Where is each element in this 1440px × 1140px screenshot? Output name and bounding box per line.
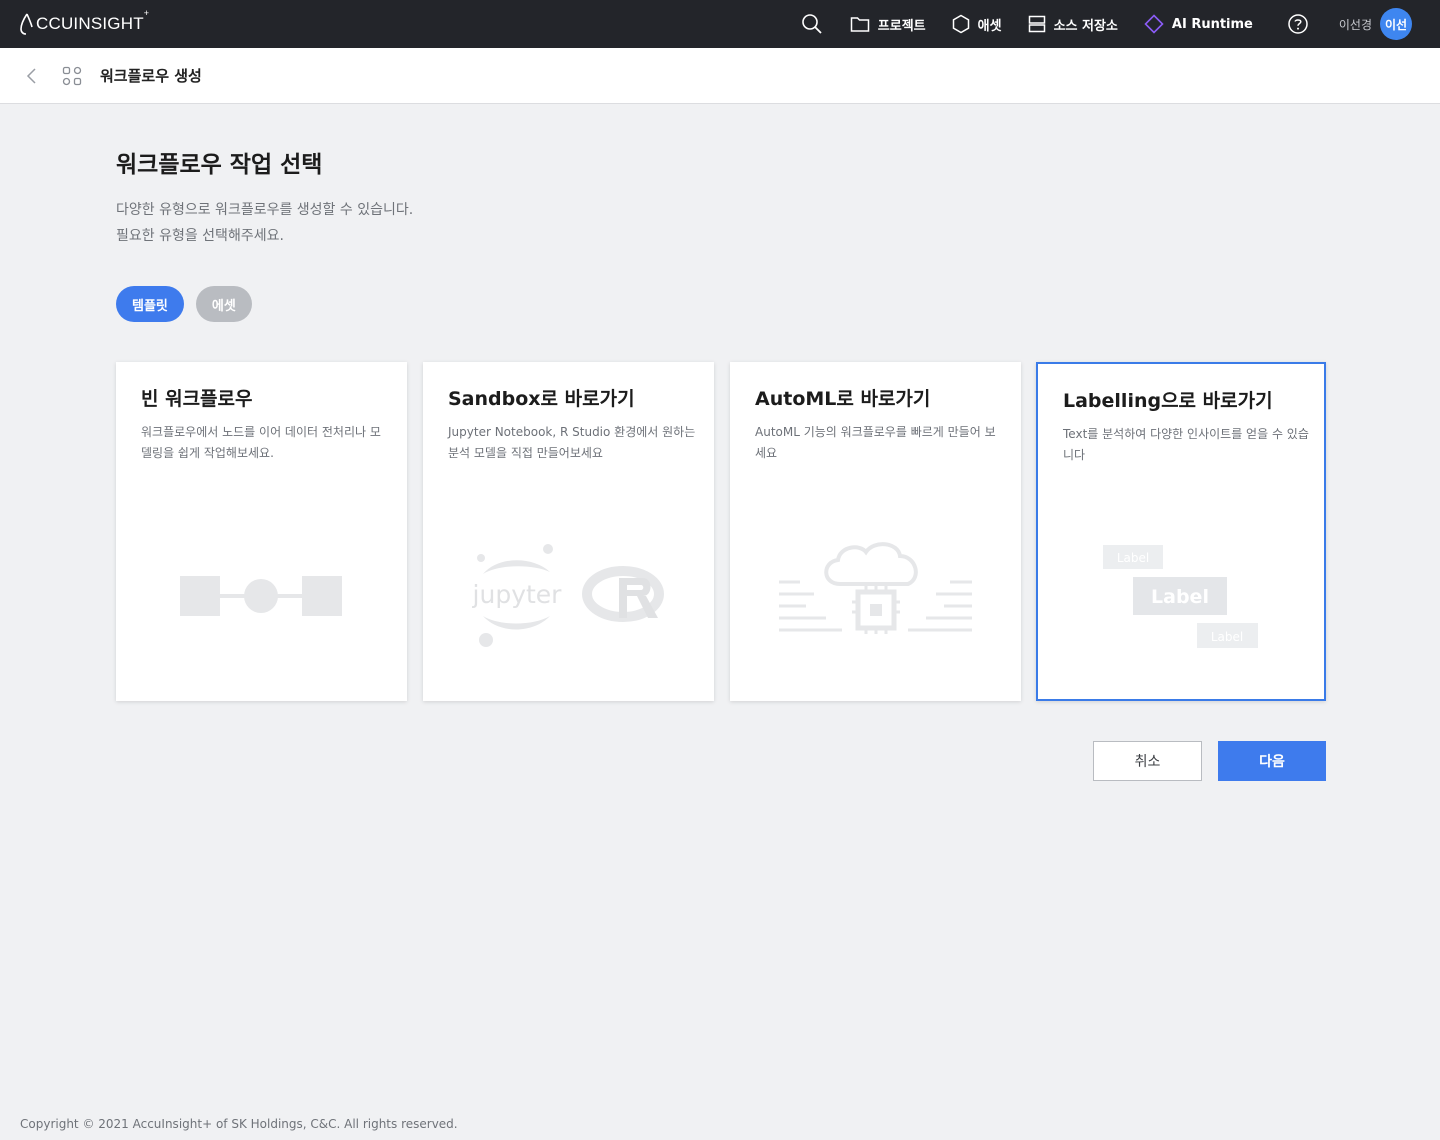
brand-logo[interactable]: CCUINSIGHT+: [20, 8, 150, 36]
help-icon[interactable]: [1287, 13, 1309, 35]
folder-icon: [850, 17, 870, 32]
logo-text: CCUINSIGHT+: [36, 8, 150, 33]
diamond-icon: [1144, 14, 1164, 34]
card-automl[interactable]: AutoML로 바로가기 AutoML 기능의 워크플로우를 빠르게 만들어 보…: [730, 362, 1021, 701]
label-tags-illustration: Label Label Label: [1103, 545, 1258, 648]
storage-icon: [1028, 15, 1045, 33]
nav-item-source-repo[interactable]: 소스 저장소: [1028, 15, 1118, 34]
node-flow-illustration: [180, 576, 342, 616]
card-title: Labelling으로 바로가기: [1063, 390, 1273, 412]
search-icon[interactable]: [800, 12, 824, 36]
card-title: AutoML로 바로가기: [755, 388, 931, 410]
nav-item-ai-runtime[interactable]: AI Runtime: [1144, 14, 1253, 34]
card-description: 워크플로우에서 노드를 이어 데이터 전처리나 모델링을 쉽게 작업해보세요.: [141, 425, 381, 460]
label-tag-small: Label: [1117, 551, 1149, 565]
copyright-footer: Copyright © 2021 AccuInsight+ of SK Hold…: [20, 1117, 458, 1131]
nav-item-project[interactable]: 프로젝트: [850, 15, 926, 34]
card-empty-workflow[interactable]: 빈 워크플로우 워크플로우에서 노드를 이어 데이터 전처리나 모델링을 쉽게 …: [116, 362, 407, 701]
tab-template[interactable]: 템플릿: [116, 286, 184, 322]
sub-header: 워크플로우 생성: [0, 48, 1440, 104]
label-tag-small: Label: [1211, 630, 1243, 644]
description-line: 필요한 유형을 선택해주세요.: [116, 228, 284, 244]
card-title: 빈 워크플로우: [141, 388, 253, 410]
hexagon-icon: [952, 14, 969, 34]
nav-item-asset[interactable]: 애셋: [952, 14, 1002, 34]
card-sandbox[interactable]: Sandbox로 바로가기 Jupyter Notebook, R Studio…: [423, 362, 714, 701]
logo-mark-icon: [20, 13, 33, 35]
nav-item-label: 프로젝트: [877, 18, 926, 34]
top-nav: CCUINSIGHT+ 프로젝트 애셋 소스 저장소 AI Runtime 이선…: [0, 0, 1440, 48]
card-description: Jupyter Notebook, R Studio 환경에서 원하는 분석 모…: [448, 425, 696, 460]
cancel-button[interactable]: 취소: [1093, 741, 1202, 781]
nav-item-label: 애셋: [977, 18, 1002, 34]
back-arrow-icon[interactable]: [22, 66, 42, 86]
page-breadcrumb-title: 워크플로우 생성: [100, 67, 202, 85]
card-labelling[interactable]: Labelling으로 바로가기 Text를 분석하여 다양한 인사이트를 얻을…: [1036, 362, 1326, 701]
card-title: Sandbox로 바로가기: [448, 388, 635, 410]
nav-item-label: AI Runtime: [1171, 16, 1253, 32]
card-description: AutoML 기능의 워크플로우를 빠르게 만들어 보세요: [755, 425, 996, 460]
jupyter-label: jupyter: [472, 580, 563, 609]
card-description: Text를 분석하여 다양한 인사이트를 얻을 수 있습니다: [1063, 427, 1309, 462]
tab-asset[interactable]: 에셋: [195, 286, 252, 322]
description-line: 다양한 유형으로 워크플로우를 생성할 수 있습니다.: [116, 202, 414, 218]
page-description: 다양한 유형으로 워크플로우를 생성할 수 있습니다. 필요한 유형을 선택해주…: [116, 197, 413, 249]
next-button[interactable]: 다음: [1218, 741, 1326, 781]
nav-menu: 프로젝트 애셋 소스 저장소 AI Runtime 이선경 이선: [800, 0, 1412, 48]
nav-item-label: 소스 저장소: [1053, 18, 1118, 34]
label-tag-large: Label: [1151, 586, 1209, 608]
automl-chip-illustration: [779, 542, 972, 634]
jupyter-r-illustration: jupyter: [472, 544, 664, 647]
page-title: 워크플로우 작업 선택: [116, 152, 323, 178]
user-name[interactable]: 이선경: [1339, 16, 1372, 33]
type-tabs: 템플릿 에셋: [116, 286, 264, 322]
workflow-icon: [62, 66, 82, 86]
avatar[interactable]: 이선: [1380, 8, 1412, 40]
